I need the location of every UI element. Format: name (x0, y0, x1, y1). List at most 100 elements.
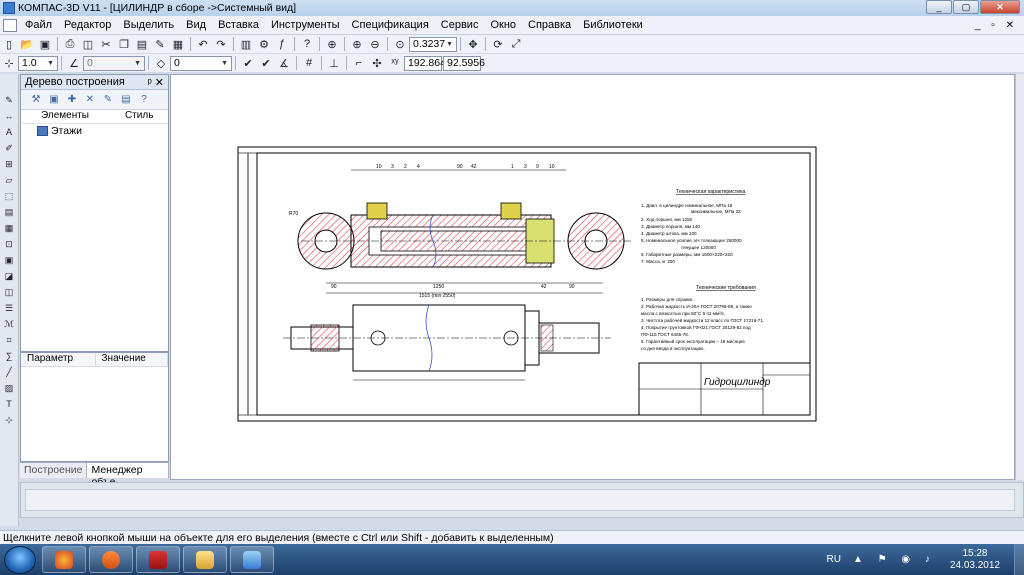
copy-icon[interactable]: ❐ (116, 37, 132, 51)
parametrize-icon[interactable]: ⊞ (2, 158, 16, 170)
start-button[interactable] (4, 545, 36, 574)
tree-help-icon[interactable]: ? (136, 93, 152, 107)
local-snap-icon[interactable]: ✔ (258, 56, 274, 70)
tree-new-icon[interactable]: ✚ (64, 93, 80, 107)
tree-add-icon[interactable]: ▣ (46, 93, 62, 107)
refresh-icon[interactable]: ⟳ (490, 37, 506, 51)
layer-field[interactable]: 0 ▼ (170, 55, 232, 71)
clock[interactable]: 15:28 24.03.2012 (950, 548, 1000, 572)
pan-icon[interactable]: ✥ (465, 37, 481, 51)
tree-delete-icon[interactable]: ✕ (82, 93, 98, 107)
table-icon[interactable]: ▦ (170, 37, 186, 51)
edit-icon[interactable]: ✐ (2, 142, 16, 154)
zoom-all-icon[interactable]: ⤢ (508, 37, 524, 51)
undo-icon[interactable]: ↶ (195, 37, 211, 51)
language-indicator[interactable]: RU (827, 554, 841, 565)
drawing-canvas[interactable]: 10 3 2 4 90 42 1 3 9 10 R70 90 1250 1515… (170, 74, 1015, 480)
chevron-down-icon[interactable]: ▼ (446, 38, 453, 51)
tree-tool-icon[interactable]: ⚒ (28, 93, 44, 107)
cursor-snap-icon[interactable]: ✣ (369, 56, 385, 70)
help-pointer-icon[interactable]: ? (299, 37, 315, 51)
designations-icon[interactable]: A (2, 126, 16, 138)
redo-icon[interactable]: ↷ (213, 37, 229, 51)
properties-icon[interactable]: ✎ (152, 37, 168, 51)
print-icon[interactable]: ⎙ (62, 37, 78, 51)
step-icon[interactable]: ⊹ (1, 56, 17, 70)
tray-icons[interactable]: ▲ ⚑ ◉ ♪ (853, 554, 936, 565)
layers-icon[interactable]: ☰ (2, 302, 16, 314)
line-icon[interactable]: ╱ (2, 366, 16, 378)
zoom-in-icon[interactable]: ⊕ (349, 37, 365, 51)
measure-icon[interactable]: ▱ (2, 174, 16, 186)
zoom-out-icon[interactable]: ⊖ (367, 37, 383, 51)
rounding-icon[interactable]: ⌐ (351, 56, 367, 70)
taskbar-firefox[interactable] (42, 546, 86, 573)
local-cs-icon[interactable]: ⊥ (326, 56, 342, 70)
menu-libraries[interactable]: Библиотеки (577, 19, 649, 31)
ortho-icon[interactable]: ∡ (276, 56, 292, 70)
menu-help[interactable]: Справка (522, 19, 577, 31)
macro-icon[interactable]: ℳ (2, 318, 16, 330)
zoom-window-icon[interactable]: ⊕ (324, 37, 340, 51)
menu-editor[interactable]: Редактор (58, 19, 117, 31)
taskbar-kompas[interactable] (230, 546, 274, 573)
menu-tools[interactable]: Инструменты (265, 19, 346, 31)
vertical-scrollbar[interactable] (1015, 74, 1024, 480)
preview-icon[interactable]: ◫ (80, 37, 96, 51)
menu-window[interactable]: Окно (484, 19, 522, 31)
grid-icon[interactable]: # (301, 56, 317, 70)
document-window-controls[interactable]: _ ▫ ✕ (975, 20, 1018, 31)
variables-icon[interactable]: ∑ (2, 350, 16, 362)
save-icon[interactable]: ▣ (37, 37, 53, 51)
step-field[interactable]: 1.0 ▼ (18, 55, 58, 71)
menu-service[interactable]: Сервис (435, 19, 485, 31)
reports-icon[interactable]: ▦ (2, 222, 16, 234)
show-desktop-button[interactable] (1014, 544, 1024, 575)
menu-insert[interactable]: Вставка (212, 19, 265, 31)
panel-close-icon[interactable]: ᵖ ✕ (148, 76, 164, 89)
paste-icon[interactable]: ▤ (134, 37, 150, 51)
zoom-field[interactable]: 0.3237 ▼ (409, 36, 457, 52)
insert-icon[interactable]: ⊡ (2, 238, 16, 250)
views-icon[interactable]: ◫ (2, 286, 16, 298)
chevron-down-icon[interactable]: ▼ (47, 57, 54, 70)
menu-view[interactable]: Вид (180, 19, 212, 31)
tab-construction[interactable]: Построение (20, 463, 88, 478)
coord-y-field[interactable]: 92.5956 (443, 55, 485, 71)
attributes-icon[interactable]: ⌗ (2, 334, 16, 346)
tree-edit-icon[interactable]: ✎ (100, 93, 116, 107)
tree-props-icon[interactable]: ▤ (118, 93, 134, 107)
taskbar-explorer[interactable] (183, 546, 227, 573)
minimize-button[interactable]: _ (926, 0, 952, 14)
manager-icon[interactable]: ▥ (238, 37, 254, 51)
menu-specification[interactable]: Спецификация (346, 19, 435, 31)
menu-select[interactable]: Выделить (117, 19, 180, 31)
cut-icon[interactable]: ✂ (98, 37, 114, 51)
snap-icon[interactable]: ✔ (240, 56, 256, 70)
text-icon[interactable]: T (2, 398, 16, 410)
open-icon[interactable]: 📂 (19, 37, 35, 51)
zoom-scale-icon[interactable]: ⊙ (392, 37, 408, 51)
snap-mode-icon[interactable]: ⊹ (2, 414, 16, 426)
document-icon[interactable] (3, 18, 17, 32)
taskbar-floppy-app[interactable] (136, 546, 180, 573)
chevron-down-icon[interactable]: ▼ (221, 57, 228, 70)
libraries-icon[interactable]: ▣ (2, 254, 16, 266)
close-button[interactable]: ✕ (980, 0, 1020, 14)
function-icon[interactable]: ƒ (274, 37, 290, 51)
hatch-icon[interactable]: ▨ (2, 382, 16, 394)
tree-item[interactable]: Этажи (21, 124, 168, 138)
coord-x-field[interactable]: 192.864 (404, 55, 446, 71)
select-icon[interactable]: ⬚ (2, 190, 16, 202)
new-document-icon[interactable]: ▯ (1, 37, 17, 51)
library-icon[interactable]: ⚙ (256, 37, 272, 51)
spec-icon[interactable]: ▤ (2, 206, 16, 218)
dimensions-icon[interactable]: ↔ (2, 110, 16, 122)
angle-icon[interactable]: ∠ (66, 56, 82, 70)
taskbar-media-player[interactable] (89, 546, 133, 573)
tab-object-manager[interactable]: Менеджер объе... (87, 463, 169, 488)
fragments-icon[interactable]: ◪ (2, 270, 16, 282)
layer-icon[interactable]: ◇ (153, 56, 169, 70)
maximize-button[interactable]: ▢ (953, 0, 979, 14)
menu-file[interactable]: Файл (19, 19, 58, 31)
